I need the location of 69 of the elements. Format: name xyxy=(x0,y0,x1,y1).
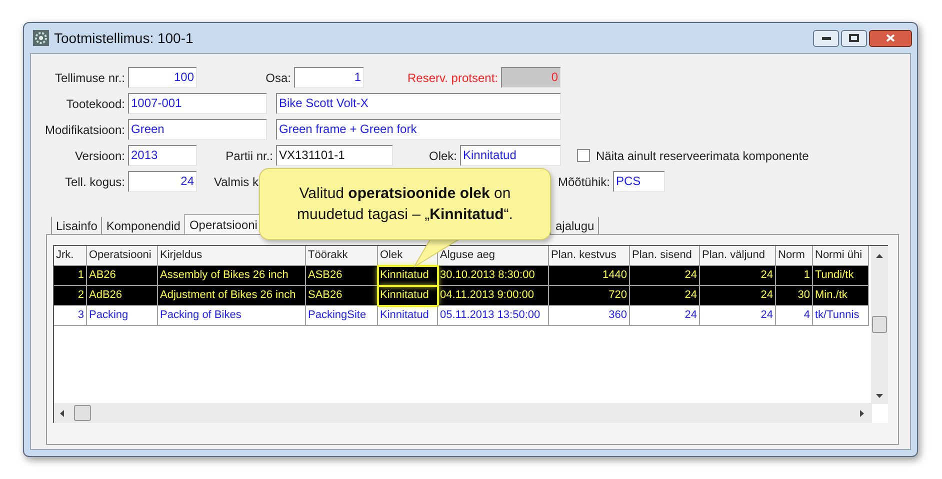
table-cell: Packing of Bikes xyxy=(158,306,306,326)
vertical-scrollbar[interactable] xyxy=(871,246,888,404)
field-label: Tellimuse nr.: xyxy=(54,70,125,84)
callout-text: Valitud operatsioonide olek on muudetud tagasi – „Kinnitatud“. xyxy=(296,184,514,225)
input-field[interactable]: 1007-001 xyxy=(128,93,267,114)
table-cell: PackingSite xyxy=(306,306,378,326)
table-row[interactable]: 1 AB26 Assembly of Bikes 26 inch ASB26 Kinnitatud 30.10.2013 8:30:00 1440 24 24 1 Tundi/tk xyxy=(54,266,869,286)
field-label: Reserv. protsent: xyxy=(408,70,498,84)
column-header[interactable]: Alguse aeg xyxy=(438,246,549,266)
table-cell: tk/Tunnis xyxy=(813,306,869,326)
column-header[interactable]: Töörakk xyxy=(306,246,378,266)
input-field[interactable]: Green xyxy=(128,119,267,140)
maximize-button[interactable] xyxy=(841,30,867,46)
column-header[interactable]: Operatsiooni xyxy=(87,246,158,266)
scroll-down-icon xyxy=(876,394,883,398)
table-row[interactable]: 3 Packing Packing of Bikes PackingSite Kinnitatud 05.11.2013 13:50:00 360 24 24 4 tk/Tunnis xyxy=(54,306,869,326)
table-row[interactable]: 2 AdB26 Adjustment of Bikes 26 inch SAB26 Kinnitatud 04.11.2013 9:00:00 720 24 24 30 Min./tk xyxy=(54,286,869,306)
input-field[interactable]: Green frame + Green fork xyxy=(276,119,561,140)
table-cell: 4 xyxy=(776,306,813,326)
table-cell: 24 xyxy=(630,306,700,326)
column-header[interactable]: Plan. sisend xyxy=(630,246,700,266)
table-cell: Kinnitatud xyxy=(378,306,438,326)
checkbox-label: Näita ainult reserveerimata komponente xyxy=(596,148,809,164)
input-field[interactable]: 24 xyxy=(128,171,197,192)
field-label: Modifikatsioon: xyxy=(44,122,125,136)
column-header[interactable]: Kirjeldus xyxy=(158,246,306,266)
table-cell: 360 xyxy=(549,306,630,326)
scrollbar-thumb[interactable] xyxy=(74,405,91,421)
table-cell: 3 xyxy=(54,306,87,326)
field-label: Tell. kogus: xyxy=(64,174,125,188)
tab[interactable]: Operatsiooni xyxy=(184,214,262,234)
column-header[interactable]: Plan. kestvus xyxy=(549,246,630,266)
minimize-icon xyxy=(822,36,830,40)
field-label: Partii nr.: xyxy=(226,148,273,162)
field-label: Versioon: xyxy=(74,148,125,162)
maximize-icon xyxy=(849,34,859,42)
app-icon xyxy=(33,30,49,46)
minimize-button[interactable] xyxy=(813,30,839,46)
table-cell: Kinnitatud xyxy=(378,286,438,306)
horizontal-scrollbar[interactable] xyxy=(54,403,872,423)
input-field[interactable]: Kinnitatud xyxy=(460,145,561,166)
tab[interactable]: ajalugu xyxy=(550,217,600,234)
field-label: Osa: xyxy=(266,70,291,84)
field-label: Valmis k xyxy=(214,174,260,190)
close-button[interactable] xyxy=(869,30,912,46)
table-cell: 24 xyxy=(700,306,776,326)
checkbox[interactable] xyxy=(577,149,590,162)
column-header[interactable]: Jrk. xyxy=(54,246,87,266)
table-cell: Kinnitatud xyxy=(378,266,438,286)
close-icon xyxy=(886,34,895,42)
input-field[interactable]: 2013 xyxy=(128,145,197,166)
column-header[interactable]: Normi ühi xyxy=(813,246,869,266)
field-label: Mõõtühik: xyxy=(558,174,610,188)
table-cell: Packing xyxy=(87,306,158,326)
input-field[interactable]: 100 xyxy=(128,67,197,88)
scroll-up-icon xyxy=(876,254,883,258)
scroll-right-icon xyxy=(860,410,864,416)
scrollbar-thumb[interactable] xyxy=(872,316,887,333)
scroll-left-icon xyxy=(60,410,64,416)
field-label: Olek: xyxy=(428,148,457,162)
input-field[interactable]: PCS xyxy=(613,171,665,192)
table-cell: 05.11.2013 13:50:00 xyxy=(438,306,549,326)
column-header[interactable]: Norm xyxy=(776,246,813,266)
column-header[interactable]: Plan. väljund xyxy=(700,246,776,266)
input-field[interactable]: 1 xyxy=(294,67,364,88)
window-title: Tootmistellimus: 100-1 xyxy=(54,28,194,48)
input-field[interactable]: VX131101-1 xyxy=(276,145,393,166)
input-field[interactable]: Bike Scott Volt-X xyxy=(276,93,561,114)
field-label: Tootekood: xyxy=(66,96,125,110)
